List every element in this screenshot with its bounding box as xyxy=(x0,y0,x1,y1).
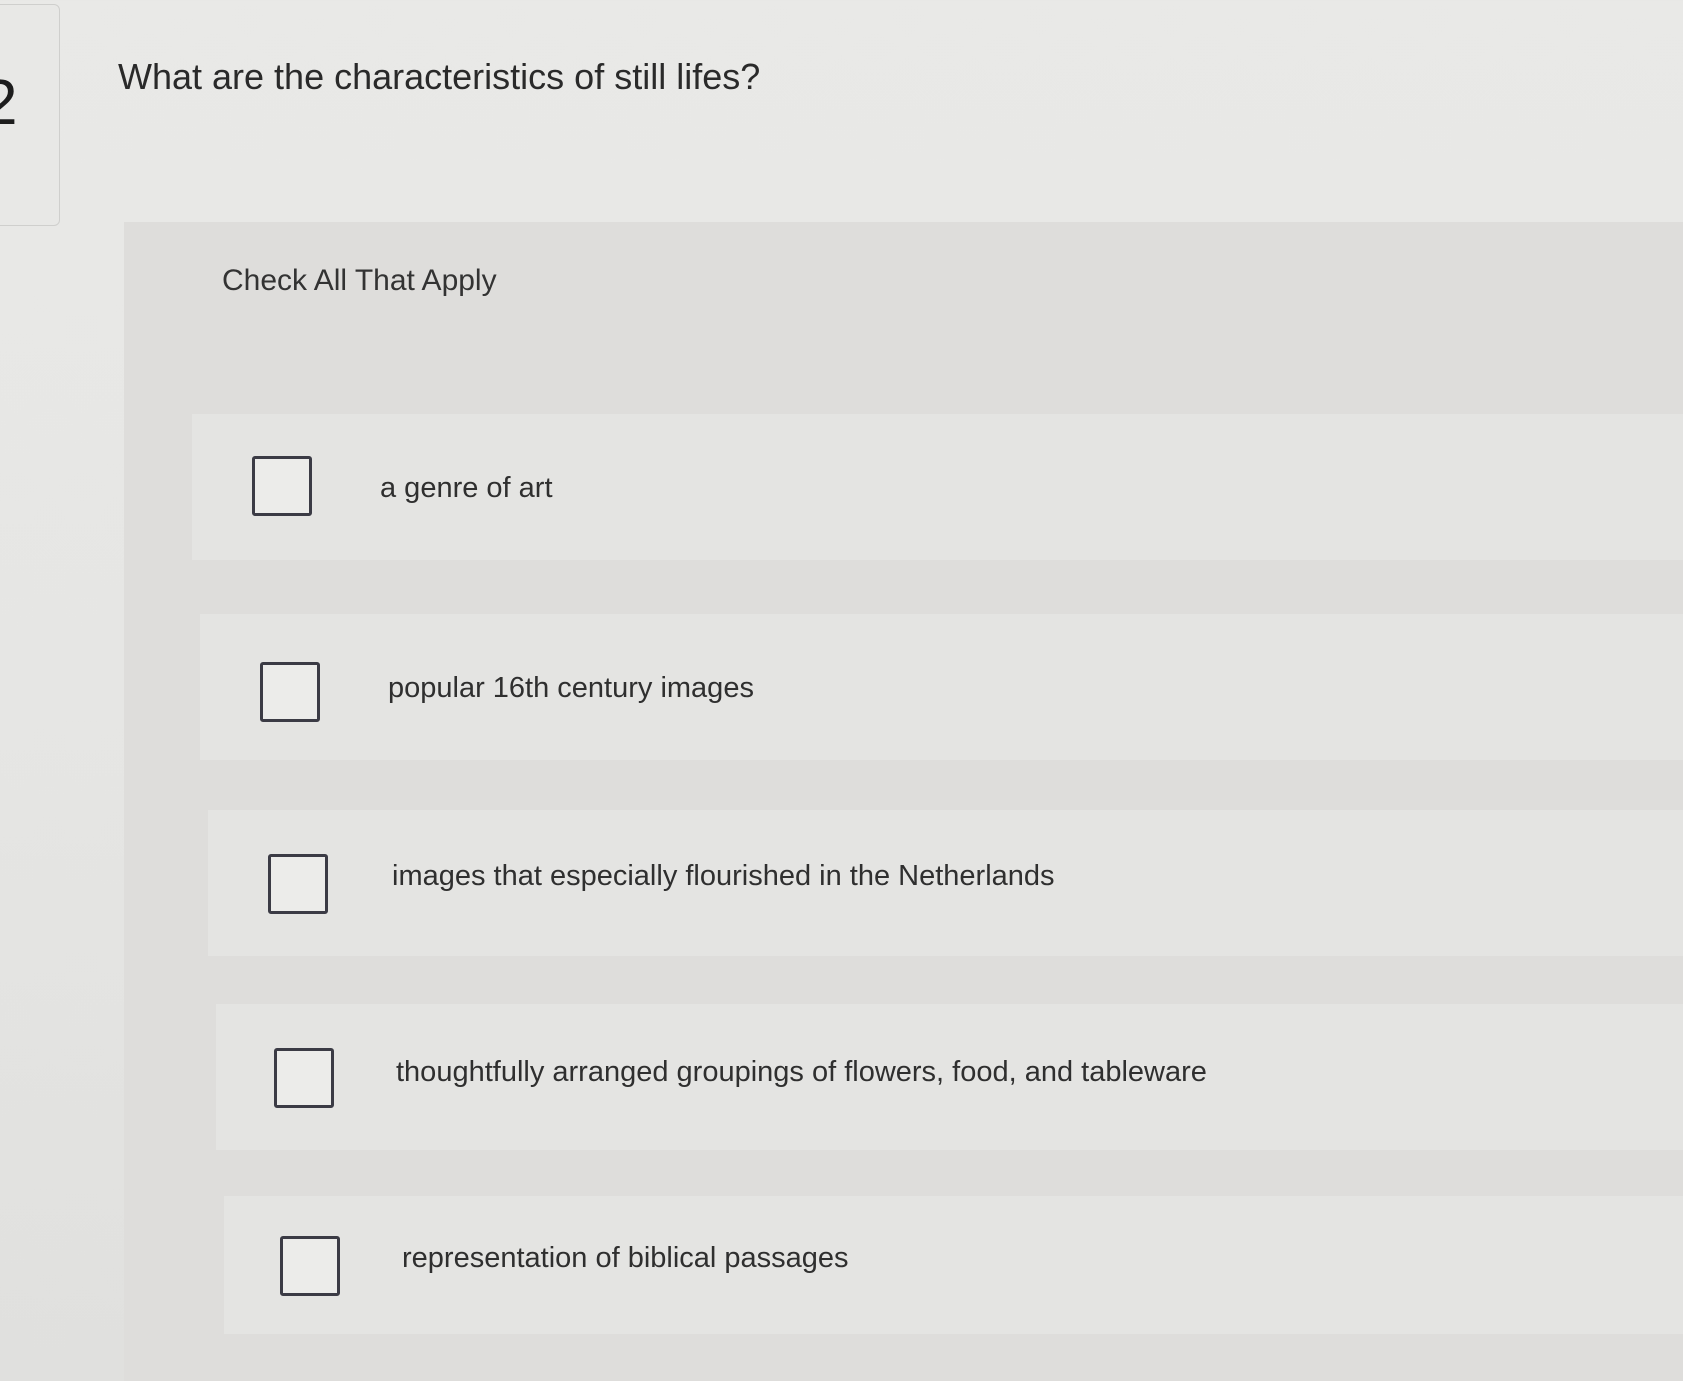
option-row-arranged-groupings[interactable]: thoughtfully arranged groupings of flowe… xyxy=(216,1004,1683,1150)
option-row-netherlands[interactable]: images that especially flourished in the… xyxy=(208,810,1683,956)
checkbox[interactable] xyxy=(274,1048,334,1108)
option-row-biblical-passages[interactable]: representation of biblical passages xyxy=(224,1196,1683,1334)
checkbox[interactable] xyxy=(260,662,320,722)
option-label: popular 16th century images xyxy=(388,672,754,704)
question-number: 2 xyxy=(0,70,18,134)
option-label: thoughtfully arranged groupings of flowe… xyxy=(396,1056,1207,1088)
checkbox[interactable] xyxy=(268,854,328,914)
instruction-text: Check All That Apply xyxy=(222,264,497,297)
option-label: images that especially flourished in the… xyxy=(392,860,1055,892)
question-prompt: What are the characteristics of still li… xyxy=(118,56,761,97)
checkbox[interactable] xyxy=(252,456,312,516)
option-label: representation of biblical passages xyxy=(402,1242,849,1274)
option-row-16th-century-images[interactable]: popular 16th century images xyxy=(200,614,1683,760)
option-row-genre-of-art[interactable]: a genre of art xyxy=(192,414,1683,560)
option-label: a genre of art xyxy=(380,472,553,504)
checkbox[interactable] xyxy=(280,1236,340,1296)
